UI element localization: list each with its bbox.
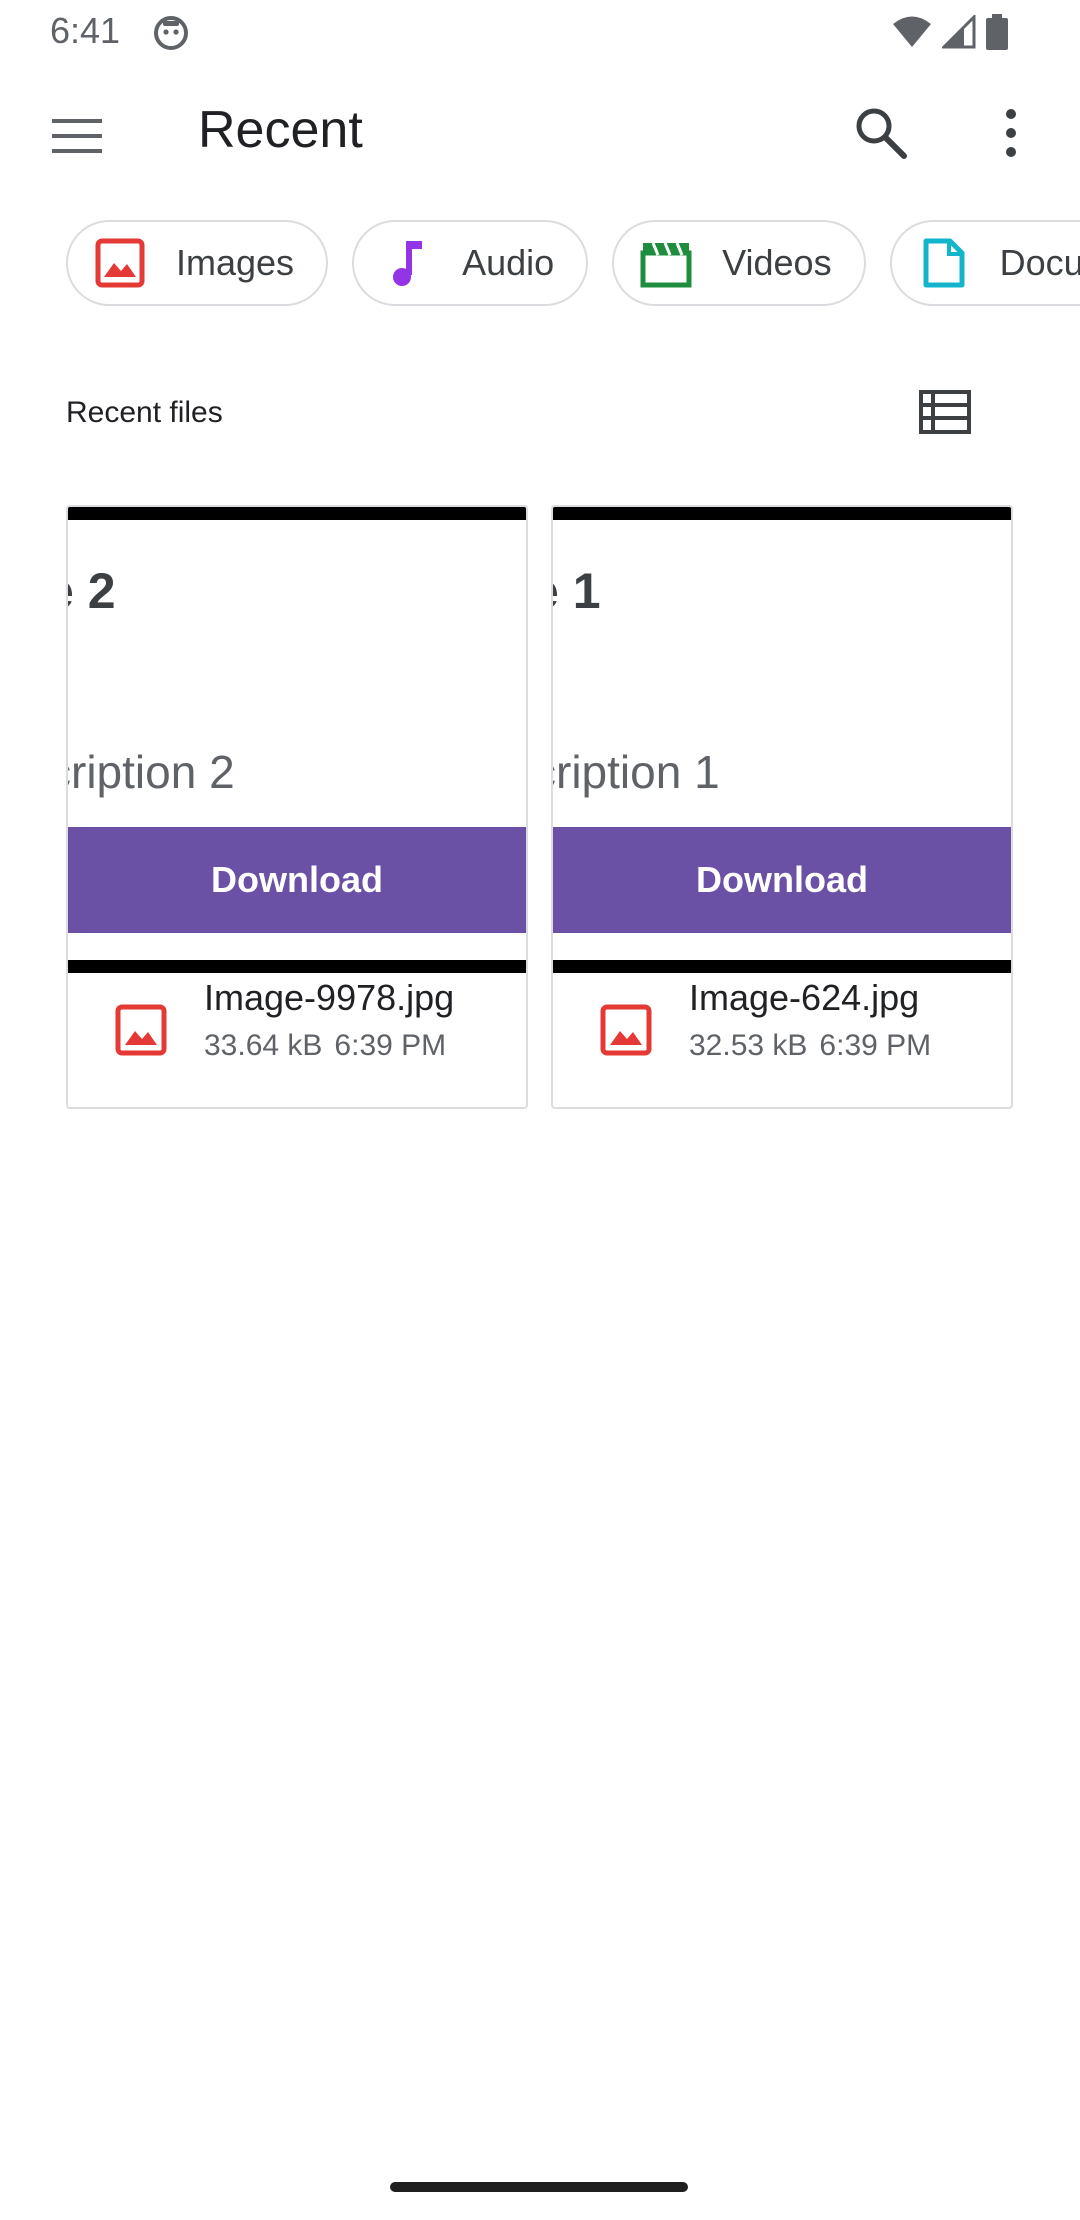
chip-documents[interactable]: Documents [889,220,1080,306]
signal-icon [942,15,976,49]
notification-bot-icon [154,16,188,50]
image-file-icon [115,1004,167,1056]
more-options-icon[interactable] [984,104,1038,162]
status-icons [892,14,1008,50]
file-name: Image-9978.jpg [204,977,455,1018]
chip-audio[interactable]: Audio [352,220,589,306]
thumbnail-description: cription 1 [553,746,720,798]
home-indicator[interactable] [390,2182,688,2192]
status-time: 6:41 [50,10,121,51]
image-file-icon [600,1004,652,1056]
chip-label: Videos [722,242,832,283]
image-icon [95,238,145,288]
thumbnail-title: e 1 [553,563,601,619]
chip-images[interactable]: Images [66,220,329,306]
file-thumbnail: e 2 cription 2 Download [68,507,526,973]
chip-label: Documents [999,242,1080,283]
menu-icon[interactable] [50,109,104,163]
chip-label: Audio [462,242,555,283]
section-title: Recent files [66,396,223,429]
document-icon [923,238,965,288]
file-time: 6:39 PM [334,1029,447,1062]
file-card[interactable]: e 2 cription 2 Download Image-9978.jpg 3… [66,505,528,1109]
page-title: Recent [198,101,363,159]
file-name: Image-624.jpg [689,977,920,1018]
clapperboard-icon [640,242,692,288]
file-size: 32.53 kB [689,1029,808,1062]
app-bar: Recent [0,66,1080,202]
search-icon[interactable] [852,104,910,162]
thumbnail-description: cription 2 [68,746,235,798]
battery-icon [986,14,1008,50]
file-info: Image-624.jpg 32.53 kB 6:39 PM [553,973,1011,1107]
file-meta: 32.53 kB 6:39 PM [689,1029,931,1063]
music-note-icon [393,241,423,286]
file-card[interactable]: e 1 cription 1 Download Image-624.jpg 32… [551,505,1013,1109]
thumbnail-title: e 2 [68,563,116,619]
file-info: Image-9978.jpg 33.64 kB 6:39 PM [68,973,526,1107]
thumbnail-download-label: Download [68,827,526,933]
filter-chips: Images Audio Videos Documents [66,220,1080,308]
wifi-icon [893,16,931,47]
file-thumbnail: e 1 cription 1 Download [553,507,1011,973]
file-time: 6:39 PM [819,1029,932,1062]
status-bar: 6:41 [0,0,1080,66]
thumbnail-download-label: Download [553,827,1011,933]
file-meta: 33.64 kB 6:39 PM [204,1029,446,1063]
file-size: 33.64 kB [204,1029,323,1062]
chip-label: Images [176,242,295,283]
chip-videos[interactable]: Videos [612,220,866,306]
list-view-icon[interactable] [918,388,972,436]
